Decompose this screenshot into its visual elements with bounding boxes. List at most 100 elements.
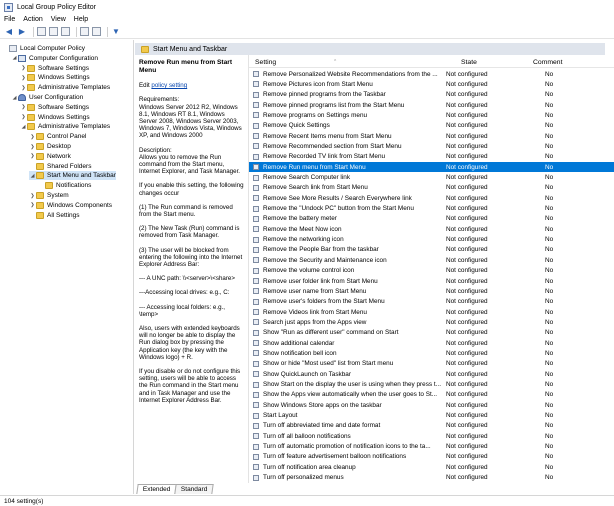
table-row[interactable]: Show Start on the display the user is us… bbox=[249, 380, 614, 390]
table-row[interactable]: Remove pinned programs from the Taskbar N… bbox=[249, 90, 614, 100]
policy-setting-icon bbox=[253, 278, 259, 284]
table-row[interactable]: Remove the networking icon Not configured… bbox=[249, 235, 614, 245]
table-row[interactable]: Remove Videos link from Start Menu Not co… bbox=[249, 307, 614, 317]
column-state[interactable]: State bbox=[461, 59, 477, 66]
table-row[interactable]: Remove the Security and Maintenance icon… bbox=[249, 255, 614, 265]
menu-view[interactable]: View bbox=[51, 16, 66, 23]
export-list-icon[interactable] bbox=[61, 27, 70, 36]
collapsed-chevron-icon[interactable]: ❯ bbox=[20, 75, 27, 81]
table-row[interactable]: Remove user name from Start Menu Not conf… bbox=[249, 286, 614, 296]
menu-help[interactable]: Help bbox=[74, 16, 88, 23]
tab-extended[interactable]: Extended bbox=[136, 484, 178, 494]
expanded-chevron-icon[interactable]: ◢ bbox=[29, 173, 36, 179]
table-row[interactable]: Turn off feature advertisement balloon n… bbox=[249, 452, 614, 462]
tree-node[interactable]: ◢ Administrative Templates bbox=[20, 122, 110, 131]
collapsed-chevron-icon[interactable]: ❯ bbox=[29, 202, 36, 208]
table-row[interactable]: Remove programs on Settings menu Not conf… bbox=[249, 110, 614, 120]
expanded-chevron-icon[interactable]: ◢ bbox=[20, 124, 27, 130]
forward-arrow-icon[interactable]: ▶ bbox=[17, 27, 27, 37]
table-row[interactable]: Remove Search link from Start Menu Not co… bbox=[249, 183, 614, 193]
table-row[interactable]: Start Layout Not configured No bbox=[249, 411, 614, 421]
show-hide-tree-icon[interactable] bbox=[37, 27, 46, 36]
table-row[interactable]: Turn off abbreviated time and date forma… bbox=[249, 421, 614, 431]
table-row[interactable]: Remove Recommended section from Start Me… bbox=[249, 141, 614, 151]
table-row[interactable]: Remove pinned programs list from the Sta… bbox=[249, 100, 614, 110]
tree-node[interactable]: Shared Folders bbox=[29, 162, 91, 171]
tree-node[interactable]: ◢ Computer Configuration bbox=[11, 54, 98, 63]
table-row[interactable]: Remove Recorded TV link from Start Menu N… bbox=[249, 152, 614, 162]
menu-action[interactable]: Action bbox=[23, 16, 42, 23]
table-row[interactable]: Remove user folder link from Start Menu N… bbox=[249, 276, 614, 286]
tab-standard[interactable]: Standard bbox=[174, 484, 215, 494]
tree-node[interactable]: ◢ User Configuration bbox=[11, 93, 83, 102]
column-setting[interactable]: Setting bbox=[255, 59, 276, 66]
group-policy-editor-window: Local Group Policy Editor File Action Vi… bbox=[0, 0, 614, 506]
collapsed-chevron-icon[interactable]: ❯ bbox=[20, 114, 27, 120]
description-paragraph: (1) The Run command is removed from the … bbox=[139, 203, 233, 219]
table-row[interactable]: Turn off automatic promotion of notifica… bbox=[249, 442, 614, 452]
tree-node-label: Windows Settings bbox=[38, 74, 90, 82]
table-row[interactable]: Remove user's folders from the Start Men… bbox=[249, 297, 614, 307]
folder-icon bbox=[36, 192, 44, 199]
tree-node[interactable]: ❯ Network bbox=[29, 152, 71, 161]
collapsed-chevron-icon[interactable]: ❯ bbox=[20, 85, 27, 91]
collapsed-chevron-icon[interactable]: ❯ bbox=[29, 134, 36, 140]
edit-policy-setting-link[interactable]: policy setting bbox=[151, 82, 187, 89]
collapsed-chevron-icon[interactable]: ❯ bbox=[29, 193, 36, 199]
table-row[interactable]: Show Windows Store apps on the taskbar No… bbox=[249, 400, 614, 410]
collapsed-chevron-icon[interactable]: ❯ bbox=[29, 153, 36, 159]
back-arrow-icon[interactable]: ◀ bbox=[4, 27, 14, 37]
tree-node[interactable]: ❯ Windows Components bbox=[29, 201, 112, 210]
table-row[interactable]: Remove the "Undock PC" button from the S… bbox=[249, 204, 614, 214]
tree-node[interactable]: ❯ Control Panel bbox=[29, 132, 86, 141]
tree-node[interactable]: ❯ Desktop bbox=[29, 142, 71, 151]
tree-node[interactable]: Local Computer Policy bbox=[2, 44, 85, 53]
tree-node-label: Windows Settings bbox=[38, 113, 90, 121]
table-row[interactable]: Turn off notification area cleanup Not co… bbox=[249, 462, 614, 472]
tree-node[interactable]: ◢ Start Menu and Taskbar bbox=[29, 171, 116, 181]
table-row[interactable]: Remove the People Bar from the taskbar No… bbox=[249, 245, 614, 255]
table-row[interactable]: Remove the battery meter Not configured No bbox=[249, 214, 614, 224]
tree-node[interactable]: ❯ System bbox=[29, 191, 69, 200]
table-row[interactable]: Remove Pictures icon from Start Menu Not … bbox=[249, 79, 614, 89]
tree-node[interactable]: ❯ Windows Settings bbox=[20, 73, 90, 82]
view-icon[interactable] bbox=[92, 27, 101, 36]
tree-node[interactable]: ❯ Administrative Templates bbox=[20, 83, 110, 92]
column-comment[interactable]: Comment bbox=[533, 59, 562, 66]
tree-node[interactable]: All Settings bbox=[29, 211, 80, 220]
filter-icon[interactable]: ▼ bbox=[111, 27, 121, 37]
table-row[interactable]: Remove Personalized Website Recommendati… bbox=[249, 69, 614, 79]
table-row[interactable]: Show or hide "Most used" list from Start… bbox=[249, 359, 614, 369]
table-row[interactable]: Turn off personalized menus Not configure… bbox=[249, 473, 614, 483]
table-row[interactable]: Remove Quick Settings Not configured No bbox=[249, 121, 614, 131]
setting-state: Not configured bbox=[446, 236, 488, 244]
table-row[interactable]: Show additional calendar Not configured No bbox=[249, 338, 614, 348]
setting-state: Not configured bbox=[446, 287, 488, 295]
help-icon[interactable] bbox=[80, 27, 89, 36]
expanded-chevron-icon[interactable]: ◢ bbox=[11, 55, 18, 61]
description-paragraph: Windows Server 2012 R2, Windows 8.1, Win… bbox=[139, 103, 242, 140]
table-row[interactable]: Remove Recent Items menu from Start Menu… bbox=[249, 131, 614, 141]
table-row[interactable]: Show "Run as different user" command on … bbox=[249, 328, 614, 338]
table-row[interactable]: Remove See More Results / Search Everywh… bbox=[249, 193, 614, 203]
table-row[interactable]: Remove Search Computer link Not configure… bbox=[249, 173, 614, 183]
expanded-chevron-icon[interactable]: ◢ bbox=[11, 95, 18, 101]
table-row[interactable]: Show QuickLaunch on Taskbar Not configure… bbox=[249, 369, 614, 379]
folder-icon bbox=[36, 152, 44, 160]
table-row[interactable]: Remove the Meet Now icon Not configured No bbox=[249, 224, 614, 234]
tree-node[interactable]: ❯ Software Settings bbox=[20, 64, 89, 73]
tree-node[interactable]: Notifications bbox=[38, 181, 91, 190]
table-row[interactable]: Show the Apps view automatically when th… bbox=[249, 390, 614, 400]
table-row[interactable]: Remove Run menu from Start Menu Not confi… bbox=[249, 162, 614, 173]
collapsed-chevron-icon[interactable]: ❯ bbox=[20, 104, 27, 110]
collapsed-chevron-icon[interactable]: ❯ bbox=[20, 65, 27, 71]
collapsed-chevron-icon[interactable]: ❯ bbox=[29, 144, 36, 150]
table-row[interactable]: Remove the volume control icon Not config… bbox=[249, 266, 614, 276]
table-row[interactable]: Turn off all balloon notifications Not co… bbox=[249, 431, 614, 441]
properties-icon[interactable] bbox=[49, 27, 58, 36]
menu-file[interactable]: File bbox=[4, 16, 15, 23]
tree-node[interactable]: ❯ Software Settings bbox=[20, 103, 89, 112]
tree-node[interactable]: ❯ Windows Settings bbox=[20, 113, 90, 122]
table-row[interactable]: Search just apps from the Apps view Not c… bbox=[249, 317, 614, 327]
table-row[interactable]: Show notification bell icon Not configure… bbox=[249, 348, 614, 358]
